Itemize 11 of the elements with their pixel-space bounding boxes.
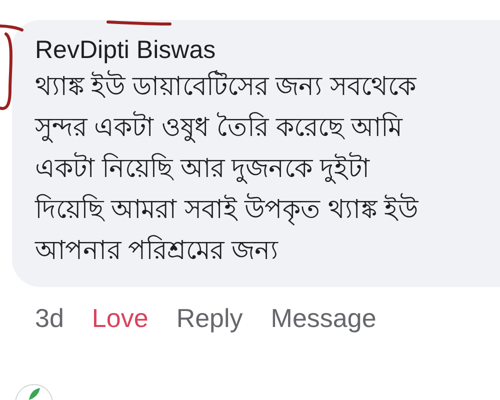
comment-text-line: থ্যাঙ্ক ইউ ডায়াবেটিসের জন্য সবথেকে bbox=[35, 69, 416, 103]
comment-text-line: দিয়েছি আমরা সবাই উপকৃত থ্যাঙ্ক ইউ bbox=[35, 192, 418, 228]
timestamp: 3d bbox=[35, 302, 64, 335]
author-name[interactable]: RevDipti Biswas bbox=[35, 34, 216, 66]
action-link[interactable]: Reply bbox=[176, 299, 243, 338]
action-link[interactable]: Message bbox=[270, 299, 376, 338]
comment-text-line: একটা নিয়েছি আর দুজনকে দুইটা bbox=[35, 151, 370, 186]
comment-text-line: সুন্দর একটা ওষুধ তৈরি করেছে আমি bbox=[35, 110, 402, 145]
comment-text-line: আপনার পরিশ্রমের জন্য bbox=[35, 234, 278, 267]
action-link[interactable]: Love bbox=[92, 299, 148, 338]
leaf-icon bbox=[27, 387, 41, 400]
